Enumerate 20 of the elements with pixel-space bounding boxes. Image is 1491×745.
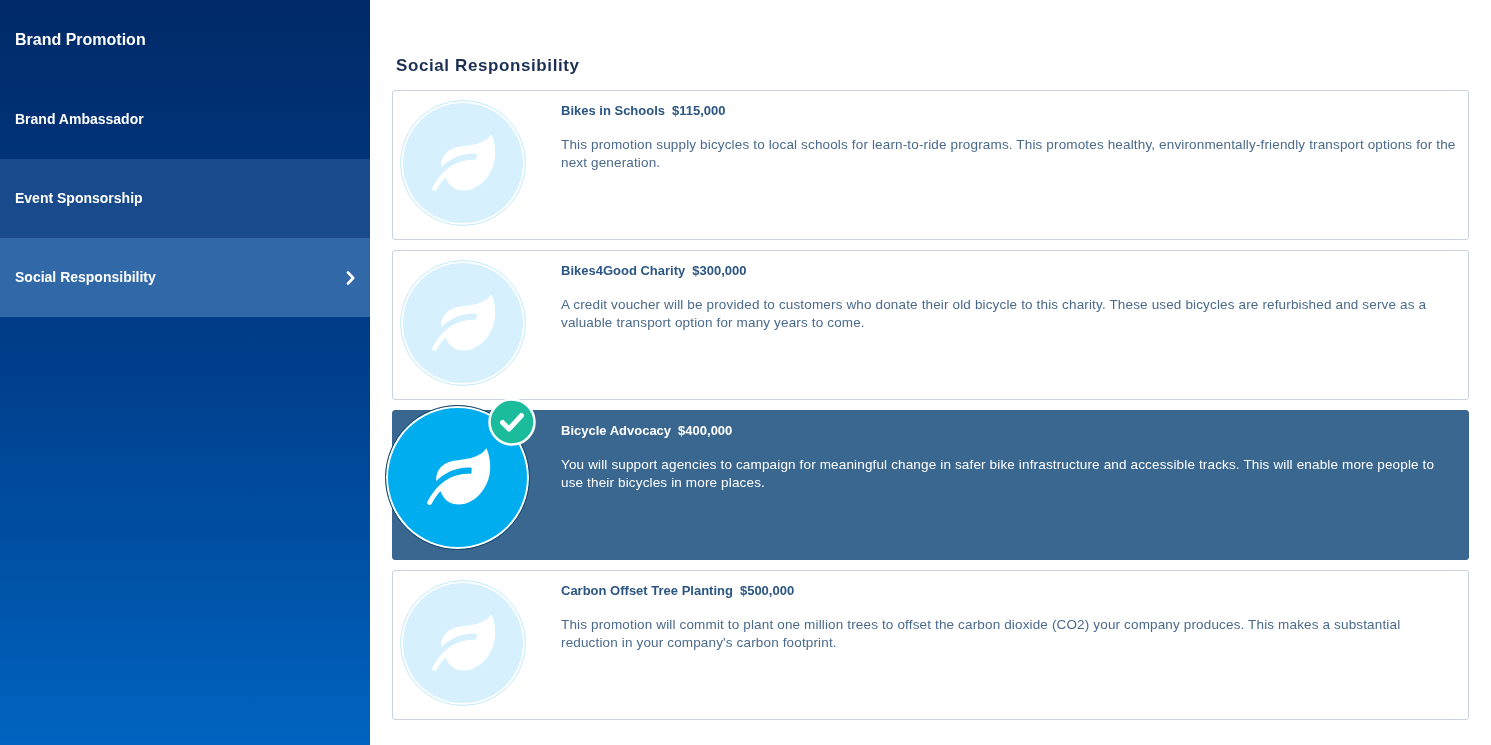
option-price: $500,000 [739,582,795,600]
option-name: Bikes4Good Charity [561,262,686,280]
option-description: A credit voucher will be provided to customers who donate their old bicycle to this charity. These used bicycles are refurbished and serve as a valuable transport option for many years to come. [561,296,1428,332]
option-card[interactable]: Bikes in Schools $115,000 This promotion supply bicycles to local schools for learn-to-ride programs. This promotes healthy, environmentally-friendly transport options for the next generation. [392,90,1469,240]
option-price: $300,000 [692,262,747,280]
option-description: This promotion will commit to plant one million trees to offset the carbon dioxide (CO2) your company produces. This makes a substantial reduction in your company's carbon footprint. [561,616,1402,652]
sidebar-title: Brand Promotion [15,30,146,50]
option-description: This promotion supply bicycles to local schools for learn-to-ride programs. This promotes healthy, environmentally-friendly transport options for the next generation. [561,136,1457,172]
option-description: You will support agencies to campaign for meaningful change in safer bike infrastructure and accessible tracks. This will enable more people to use their bicycles in more places. [561,456,1436,492]
section-heading: Social Responsibility [395,55,580,77]
option-price: $115,000 [672,102,726,120]
option-name: Carbon Offset Tree Planting [561,582,733,600]
option-name: Bikes in Schools [561,102,666,120]
check-badge-icon [488,398,536,446]
chevron-right-icon [346,270,355,285]
sidebar-item[interactable]: Brand Ambassador [0,80,370,159]
option-name: Bicycle Advocacy [561,422,672,440]
sidebar-item[interactable]: Event Sponsorship [0,159,370,238]
sidebar-item[interactable]: Social Responsibility [0,238,370,317]
option-price: $400,000 [678,422,733,440]
